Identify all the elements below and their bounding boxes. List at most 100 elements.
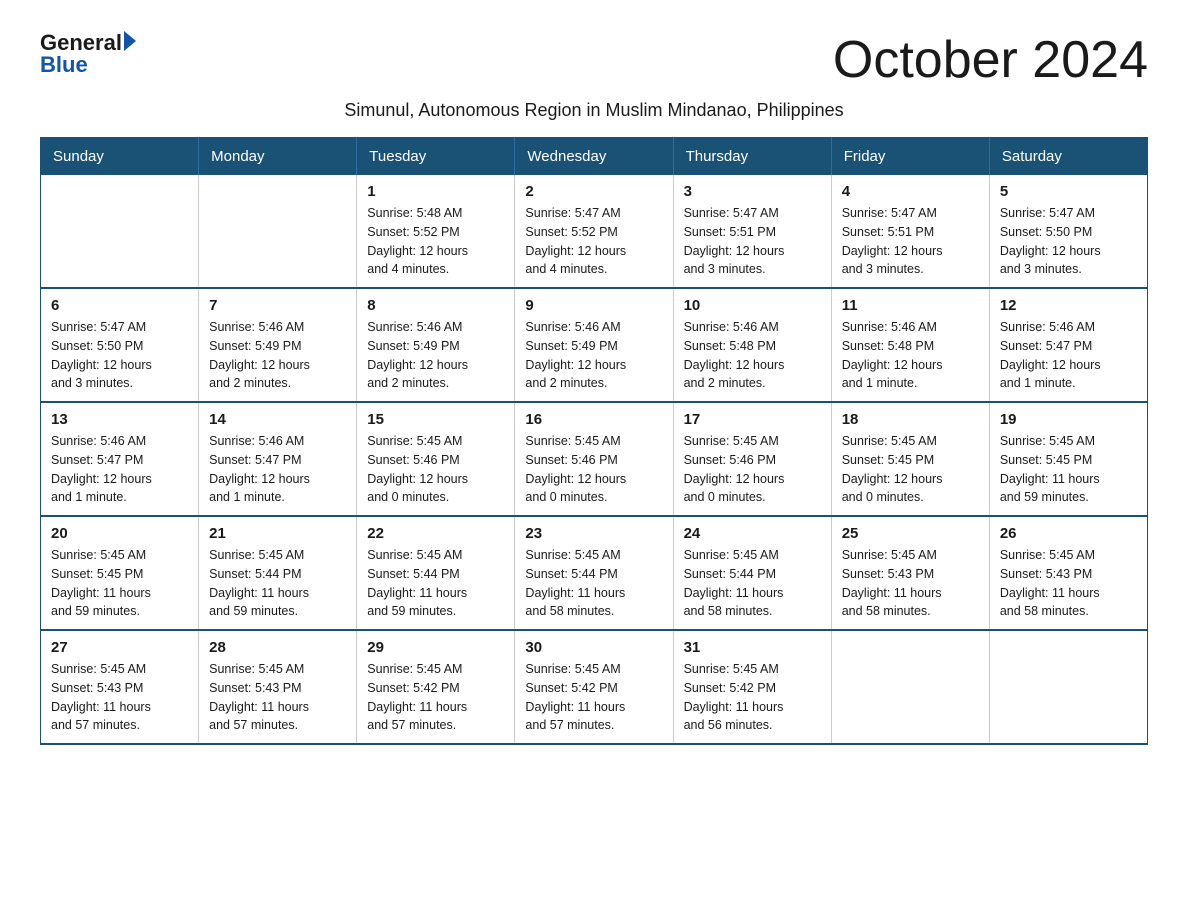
calendar-cell (989, 630, 1147, 744)
day-info: Sunrise: 5:46 AMSunset: 5:49 PMDaylight:… (367, 318, 504, 393)
day-number: 19 (1000, 411, 1137, 428)
day-info: Sunrise: 5:46 AMSunset: 5:47 PMDaylight:… (1000, 318, 1137, 393)
day-number: 2 (525, 183, 662, 200)
calendar-cell: 30 Sunrise: 5:45 AMSunset: 5:42 PMDayligh… (515, 630, 673, 744)
day-number: 15 (367, 411, 504, 428)
day-info: Sunrise: 5:45 AMSunset: 5:42 PMDaylight:… (684, 660, 821, 735)
logo-arrow-icon (124, 31, 136, 51)
day-info: Sunrise: 5:45 AMSunset: 5:46 PMDaylight:… (525, 432, 662, 507)
day-info: Sunrise: 5:45 AMSunset: 5:44 PMDaylight:… (525, 546, 662, 621)
weekday-header-friday: Friday (831, 138, 989, 176)
page-header: General Blue October 2024 (40, 30, 1148, 90)
calendar-cell (41, 175, 199, 288)
day-number: 22 (367, 525, 504, 542)
calendar-cell: 17Sunrise: 5:45 AMSunset: 5:46 PMDayligh… (673, 402, 831, 516)
day-number: 8 (367, 297, 504, 314)
calendar-cell: 23 Sunrise: 5:45 AMSunset: 5:44 PMDayligh… (515, 516, 673, 630)
day-info: Sunrise: 5:47 AMSunset: 5:51 PMDaylight:… (684, 204, 821, 279)
day-info: Sunrise: 5:47 AMSunset: 5:52 PMDaylight:… (525, 204, 662, 279)
calendar-cell (831, 630, 989, 744)
calendar-cell (199, 175, 357, 288)
day-number: 27 (51, 639, 188, 656)
day-info: Sunrise: 5:45 AMSunset: 5:45 PMDaylight:… (51, 546, 188, 621)
day-info: Sunrise: 5:45 AMSunset: 5:43 PMDaylight:… (842, 546, 979, 621)
day-info: Sunrise: 5:45 AMSunset: 5:42 PMDaylight:… (367, 660, 504, 735)
calendar-cell: 21 Sunrise: 5:45 AMSunset: 5:44 PMDayligh… (199, 516, 357, 630)
day-info: Sunrise: 5:45 AMSunset: 5:43 PMDaylight:… (209, 660, 346, 735)
day-number: 30 (525, 639, 662, 656)
logo: General Blue (40, 30, 136, 78)
day-number: 29 (367, 639, 504, 656)
weekday-header-saturday: Saturday (989, 138, 1147, 176)
day-info: Sunrise: 5:46 AMSunset: 5:47 PMDaylight:… (209, 432, 346, 507)
day-number: 26 (1000, 525, 1137, 542)
calendar-week-row: 27 Sunrise: 5:45 AMSunset: 5:43 PMDayligh… (41, 630, 1148, 744)
day-info: Sunrise: 5:45 AMSunset: 5:46 PMDaylight:… (367, 432, 504, 507)
day-info: Sunrise: 5:48 AMSunset: 5:52 PMDaylight:… (367, 204, 504, 279)
day-number: 6 (51, 297, 188, 314)
day-number: 24 (684, 525, 821, 542)
calendar-cell: 3Sunrise: 5:47 AMSunset: 5:51 PMDaylight… (673, 175, 831, 288)
day-info: Sunrise: 5:45 AMSunset: 5:42 PMDaylight:… (525, 660, 662, 735)
day-info: Sunrise: 5:45 AMSunset: 5:44 PMDaylight:… (209, 546, 346, 621)
day-info: Sunrise: 5:46 AMSunset: 5:48 PMDaylight:… (684, 318, 821, 393)
weekday-header-thursday: Thursday (673, 138, 831, 176)
day-number: 12 (1000, 297, 1137, 314)
calendar-cell: 2 Sunrise: 5:47 AMSunset: 5:52 PMDaylight… (515, 175, 673, 288)
day-info: Sunrise: 5:46 AMSunset: 5:49 PMDaylight:… (209, 318, 346, 393)
calendar-cell: 16 Sunrise: 5:45 AMSunset: 5:46 PMDayligh… (515, 402, 673, 516)
calendar-cell: 26 Sunrise: 5:45 AMSunset: 5:43 PMDayligh… (989, 516, 1147, 630)
calendar-cell: 25 Sunrise: 5:45 AMSunset: 5:43 PMDayligh… (831, 516, 989, 630)
calendar-cell: 6 Sunrise: 5:47 AMSunset: 5:50 PMDaylight… (41, 288, 199, 402)
day-number: 5 (1000, 183, 1137, 200)
day-info: Sunrise: 5:45 AMSunset: 5:45 PMDaylight:… (1000, 432, 1137, 507)
calendar-cell: 1 Sunrise: 5:48 AMSunset: 5:52 PMDaylight… (357, 175, 515, 288)
day-info: Sunrise: 5:47 AMSunset: 5:50 PMDaylight:… (51, 318, 188, 393)
day-info: Sunrise: 5:45 AMSunset: 5:44 PMDaylight:… (367, 546, 504, 621)
calendar-cell: 10Sunrise: 5:46 AMSunset: 5:48 PMDayligh… (673, 288, 831, 402)
calendar-subtitle: Simunul, Autonomous Region in Muslim Min… (40, 100, 1148, 121)
calendar-table: SundayMondayTuesdayWednesdayThursdayFrid… (40, 137, 1148, 745)
day-number: 31 (684, 639, 821, 656)
calendar-week-row: 1 Sunrise: 5:48 AMSunset: 5:52 PMDaylight… (41, 175, 1148, 288)
calendar-cell: 4Sunrise: 5:47 AMSunset: 5:51 PMDaylight… (831, 175, 989, 288)
day-number: 28 (209, 639, 346, 656)
day-number: 21 (209, 525, 346, 542)
day-number: 1 (367, 183, 504, 200)
calendar-week-row: 6 Sunrise: 5:47 AMSunset: 5:50 PMDaylight… (41, 288, 1148, 402)
day-info: Sunrise: 5:45 AMSunset: 5:43 PMDaylight:… (51, 660, 188, 735)
calendar-cell: 14 Sunrise: 5:46 AMSunset: 5:47 PMDayligh… (199, 402, 357, 516)
calendar-cell: 31 Sunrise: 5:45 AMSunset: 5:42 PMDayligh… (673, 630, 831, 744)
calendar-cell: 8 Sunrise: 5:46 AMSunset: 5:49 PMDaylight… (357, 288, 515, 402)
calendar-cell: 18Sunrise: 5:45 AMSunset: 5:45 PMDayligh… (831, 402, 989, 516)
calendar-cell: 29 Sunrise: 5:45 AMSunset: 5:42 PMDayligh… (357, 630, 515, 744)
day-info: Sunrise: 5:47 AMSunset: 5:50 PMDaylight:… (1000, 204, 1137, 279)
day-info: Sunrise: 5:47 AMSunset: 5:51 PMDaylight:… (842, 204, 979, 279)
calendar-week-row: 20 Sunrise: 5:45 AMSunset: 5:45 PMDayligh… (41, 516, 1148, 630)
day-info: Sunrise: 5:46 AMSunset: 5:48 PMDaylight:… (842, 318, 979, 393)
day-number: 16 (525, 411, 662, 428)
logo-blue-text: Blue (40, 52, 136, 78)
day-number: 20 (51, 525, 188, 542)
day-number: 14 (209, 411, 346, 428)
calendar-cell: 19 Sunrise: 5:45 AMSunset: 5:45 PMDayligh… (989, 402, 1147, 516)
calendar-cell: 27 Sunrise: 5:45 AMSunset: 5:43 PMDayligh… (41, 630, 199, 744)
day-number: 23 (525, 525, 662, 542)
calendar-cell: 11 Sunrise: 5:46 AMSunset: 5:48 PMDayligh… (831, 288, 989, 402)
day-number: 9 (525, 297, 662, 314)
weekday-header-tuesday: Tuesday (357, 138, 515, 176)
day-number: 13 (51, 411, 188, 428)
day-number: 11 (842, 297, 979, 314)
page-title: October 2024 (833, 30, 1148, 90)
day-info: Sunrise: 5:45 AMSunset: 5:45 PMDaylight:… (842, 432, 979, 507)
day-info: Sunrise: 5:45 AMSunset: 5:46 PMDaylight:… (684, 432, 821, 507)
calendar-cell: 12 Sunrise: 5:46 AMSunset: 5:47 PMDayligh… (989, 288, 1147, 402)
day-info: Sunrise: 5:45 AMSunset: 5:43 PMDaylight:… (1000, 546, 1137, 621)
day-number: 7 (209, 297, 346, 314)
day-number: 25 (842, 525, 979, 542)
calendar-cell: 15 Sunrise: 5:45 AMSunset: 5:46 PMDayligh… (357, 402, 515, 516)
day-info: Sunrise: 5:46 AMSunset: 5:49 PMDaylight:… (525, 318, 662, 393)
calendar-week-row: 13 Sunrise: 5:46 AMSunset: 5:47 PMDayligh… (41, 402, 1148, 516)
weekday-header-wednesday: Wednesday (515, 138, 673, 176)
day-info: Sunrise: 5:46 AMSunset: 5:47 PMDaylight:… (51, 432, 188, 507)
